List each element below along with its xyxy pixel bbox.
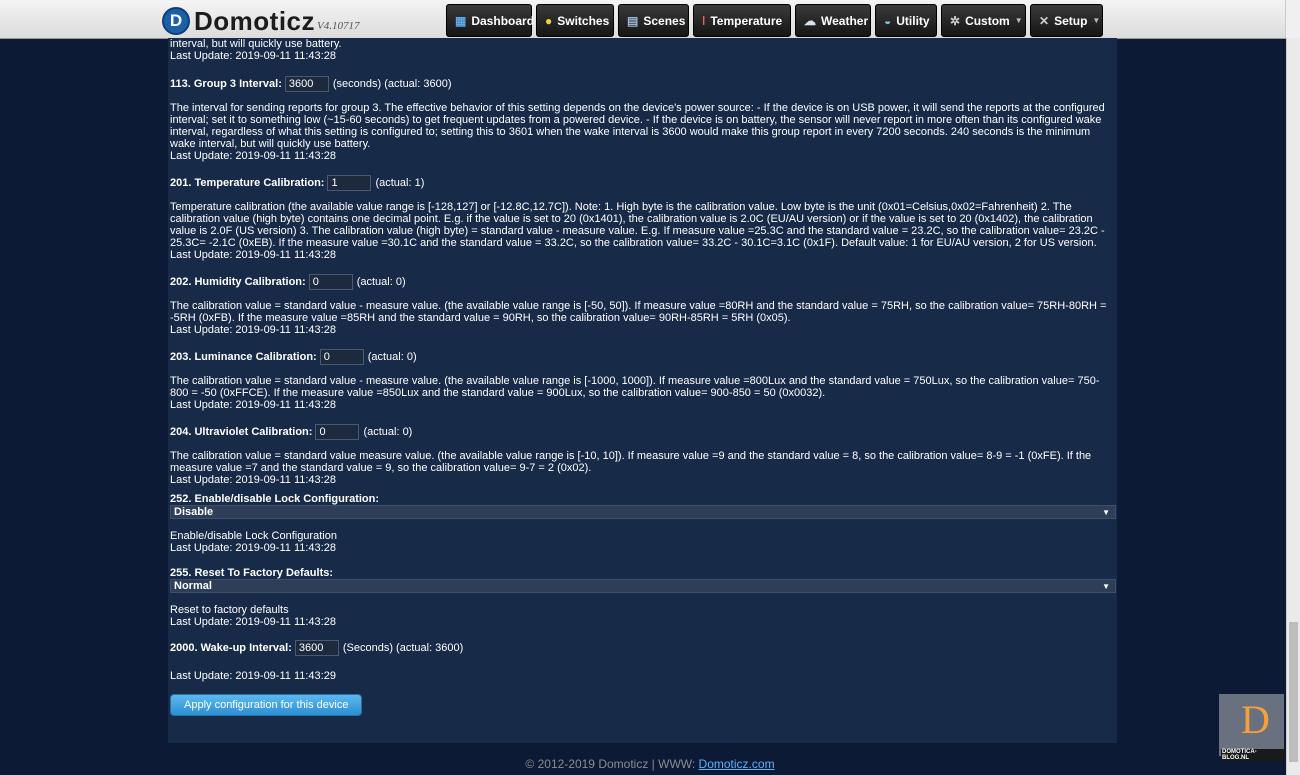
tools-icon: ✕ <box>1039 13 1050 28</box>
nav-scenes[interactable]: ▤ Scenes <box>618 4 689 37</box>
param-label: 204. Ultraviolet Calibration: <box>170 426 313 438</box>
param-description: interval, but will quickly use battery. <box>170 38 342 50</box>
param-252-select[interactable]: Disable ▼ <box>170 505 1116 519</box>
nav-setup[interactable]: ✕ Setup ▼ <box>1030 4 1103 37</box>
dropdown-arrow-icon: ▼ <box>1102 582 1110 591</box>
param-201-input[interactable]: 1 <box>327 175 372 191</box>
nav-label: Temperature <box>710 13 783 28</box>
nav-temperature[interactable]: ǀ Temperature <box>693 4 791 37</box>
chevron-down-icon: ▼ <box>1092 16 1101 25</box>
param-description: The calibration value = standard value -… <box>170 300 1107 324</box>
domoticz-logo-icon: D <box>162 7 190 35</box>
select-value: Normal <box>174 580 212 592</box>
param-description: Reset to factory defaults <box>170 604 289 616</box>
nav-label: Utility <box>896 13 930 28</box>
param-description: The calibration value = standard value -… <box>170 375 1100 399</box>
scrollbar-thumb[interactable] <box>1289 622 1298 762</box>
nav-dashboard[interactable]: ▦ Dashboard <box>446 4 535 37</box>
param-description: The calibration value = standard value m… <box>170 450 1092 474</box>
apply-row: Apply configuration for this device <box>170 694 1116 716</box>
param-202-input[interactable]: 0 <box>308 274 353 290</box>
nav-label: Setup <box>1054 13 1088 28</box>
param-202-row: 202. Humidity Calibration: 0 (actual: 0) <box>170 274 1116 290</box>
config-panel: interval, but will quickly use battery. … <box>168 38 1117 743</box>
param-label: 255. Reset To Factory Defaults: <box>170 567 334 579</box>
param-actual: (actual: 0) <box>356 276 406 288</box>
watermark-letter: D <box>1241 697 1270 742</box>
version-label: V4.10717 <box>317 20 360 32</box>
param-actual: (actual: 1) <box>375 177 425 189</box>
param-description: The interval for sending reports for gro… <box>170 102 1105 150</box>
last-update: Last Update: 2019-09-11 11:43:28 <box>170 542 336 554</box>
logo-text: Domoticz <box>194 6 315 36</box>
watermark-text: DOMOTICA-BLOG.NL <box>1221 749 1284 761</box>
utility-icon: ◒ <box>884 13 892 28</box>
param-113-input[interactable]: 3600 <box>284 76 329 92</box>
last-update: Last Update: 2019-09-11 11:43:28 <box>170 616 336 628</box>
last-update: Last Update: 2019-09-11 11:43:28 <box>170 50 336 62</box>
last-update: Last Update: 2019-09-11 11:43:28 <box>170 399 336 411</box>
page-scrollbar[interactable] <box>1286 38 1300 775</box>
dashboard-icon: ▦ <box>455 13 467 28</box>
param-label: 113. Group 3 Interval: <box>170 78 282 90</box>
top-bar: D Domoticz V4.10717 ▦ Dashboard ● Switch… <box>0 0 1300 39</box>
thermometer-icon: ǀ <box>702 13 706 28</box>
last-update: Last Update: 2019-09-11 11:43:29 <box>170 670 336 682</box>
param-actual: (actual: 0) <box>363 426 413 438</box>
param-actual: (seconds) (actual: 3600) <box>332 78 452 90</box>
param-201-row: 201. Temperature Calibration: 1 (actual:… <box>170 175 1116 191</box>
param-actual: (Seconds) (actual: 3600) <box>342 642 464 654</box>
nav-label: Switches <box>557 13 610 28</box>
param-label: 202. Humidity Calibration: <box>170 276 306 288</box>
nav-label: Custom <box>965 13 1010 28</box>
scene-icon: ▤ <box>627 13 639 28</box>
apply-configuration-button[interactable]: Apply configuration for this device <box>170 694 363 716</box>
domoticz-link[interactable]: Domoticz.com <box>699 757 775 771</box>
param-204-input[interactable]: 0 <box>315 424 360 440</box>
main-nav: ▦ Dashboard ● Switches ▤ Scenes ǀ Temper… <box>446 4 1107 37</box>
param-203-row: 203. Luminance Calibration: 0 (actual: 0… <box>170 349 1116 365</box>
nav-utility[interactable]: ◒ Utility <box>875 4 937 37</box>
param-description: Temperature calibration (the available v… <box>170 201 1105 249</box>
param-113-row: 113. Group 3 Interval: 3600 (seconds) (a… <box>170 76 1116 92</box>
nav-custom[interactable]: ✲ Custom ▼ <box>941 4 1026 37</box>
param-203-input[interactable]: 0 <box>319 349 364 365</box>
header-scrollbar <box>1285 0 1300 38</box>
nav-label: Weather <box>821 13 869 28</box>
last-update: Last Update: 2019-09-11 11:43:28 <box>170 474 336 486</box>
nav-switches[interactable]: ● Switches <box>536 4 614 37</box>
dropdown-arrow-icon: ▼ <box>1102 508 1110 517</box>
param-description: Enable/disable Lock Configuration <box>170 530 337 542</box>
param-actual: (actual: 0) <box>367 351 417 363</box>
nav-label: Dashboard <box>471 13 535 28</box>
select-value: Disable <box>174 506 214 518</box>
nav-label: Scenes <box>643 13 686 28</box>
watermark-logo: D DOMOTICA-BLOG.NL <box>1219 694 1284 761</box>
nav-weather[interactable]: ☁ Weather <box>795 4 871 37</box>
param-204-row: 204. Ultraviolet Calibration: 0 (actual:… <box>170 424 1116 440</box>
last-update: Last Update: 2019-09-11 11:43:28 <box>170 324 336 336</box>
logo[interactable]: D Domoticz V4.10717 <box>162 5 359 35</box>
last-update: Last Update: 2019-09-11 11:43:28 <box>170 249 336 261</box>
chevron-down-icon: ▼ <box>1014 16 1023 25</box>
param-label: 201. Temperature Calibration: <box>170 177 325 189</box>
footer: © 2012-2019 Domoticz | WWW: Domoticz.com <box>0 757 1300 771</box>
wake-up-interval-input[interactable]: 3600 <box>294 640 339 656</box>
param-2000-row: 2000. Wake-up Interval: 3600 (Seconds) (… <box>170 640 1116 656</box>
last-update: Last Update: 2019-09-11 11:43:28 <box>170 150 336 162</box>
weather-icon: ☁ <box>804 13 816 28</box>
param-label: 252. Enable/disable Lock Configuration: <box>170 493 380 505</box>
param-label: 2000. Wake-up Interval: <box>170 642 292 654</box>
param-255-select[interactable]: Normal ▼ <box>170 579 1116 593</box>
copyright-text: © 2012-2019 Domoticz | WWW: <box>525 757 699 771</box>
bulb-icon: ● <box>545 13 553 28</box>
param-label: 203. Luminance Calibration: <box>170 351 317 363</box>
gear-icon: ✲ <box>950 13 961 28</box>
